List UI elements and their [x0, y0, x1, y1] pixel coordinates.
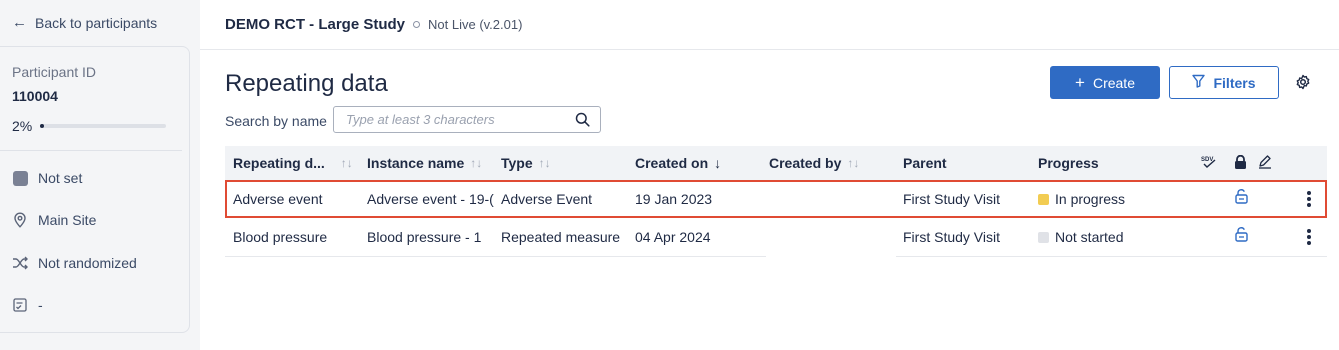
cell-parent: First Study Visit [903, 191, 1000, 207]
column-header-created-by-label: Created by [769, 155, 842, 171]
arrow-left-icon: ← [12, 14, 27, 31]
sort-icon[interactable]: ↑↓ [847, 156, 859, 170]
study-title: DEMO RCT - Large Study [225, 16, 406, 33]
create-button[interactable]: + Create [1050, 66, 1160, 99]
pen-icon [1258, 155, 1272, 169]
plus-icon: + [1075, 73, 1085, 92]
sdv-icon: SDV [1201, 154, 1217, 170]
sort-icon[interactable]: ↑↓ [539, 156, 551, 170]
unlock-icon[interactable] [1235, 227, 1248, 245]
checklist-icon [12, 297, 28, 313]
column-header-type-label: Type [501, 155, 533, 171]
progress-status-square [1038, 193, 1049, 205]
participant-extra-label: - [38, 297, 43, 313]
cell-created-on: 04 Apr 2024 [635, 229, 711, 245]
sort-icon[interactable]: ↑↓ [470, 156, 482, 170]
progress-status-label: In progress [1055, 191, 1126, 207]
sdv-icon-text: SDV [1201, 157, 1213, 163]
progress-status-square [1038, 231, 1049, 243]
table-row[interactable]: Blood pressure Blood pressure - 1 Repeat… [225, 218, 1327, 256]
search-input[interactable] [333, 106, 601, 133]
lock-icon [1234, 155, 1247, 170]
progress-percent: 2% [12, 118, 33, 134]
page-title: Repeating data [225, 70, 388, 97]
cell-repeating: Adverse event [233, 191, 323, 207]
progress-bar-fill [40, 124, 45, 128]
column-header-repeating-label: Repeating d... [233, 155, 325, 171]
participant-site: Main Site [12, 212, 96, 228]
table-header: Repeating d... ↑↓ Instance name ↑↓ Type … [225, 146, 1327, 180]
study-status: Not Live (v.2.01) [428, 17, 523, 32]
cell-type: Repeated measure [501, 229, 621, 245]
participant-card: Participant ID 110004 2% Not set Main Si… [0, 46, 190, 333]
filters-button[interactable]: Filters [1169, 66, 1279, 99]
create-button-label: Create [1092, 74, 1135, 91]
progress-status-label: Not started [1055, 229, 1124, 245]
column-header-instance-label: Instance name [367, 155, 465, 171]
participant-panel: ← Back to participants Participant ID 11… [0, 0, 200, 350]
participant-status: Not set [12, 170, 82, 186]
search-label: Search by name [225, 113, 327, 129]
column-header-repeating[interactable]: Repeating d... ↑↓ [233, 155, 353, 171]
separator-dot [413, 21, 421, 28]
cell-parent: First Study Visit [903, 229, 1000, 245]
column-header-created-on-label: Created on [635, 155, 709, 171]
column-header-instance[interactable]: Instance name ↑↓ [367, 155, 482, 171]
column-header-type[interactable]: Type ↑↓ [501, 155, 551, 171]
cell-repeating: Blood pressure [233, 229, 328, 245]
column-header-created-by[interactable]: Created by ↑↓ [769, 155, 859, 171]
cell-created-on: 19 Jan 2023 [635, 191, 713, 207]
gear-icon[interactable] [1294, 73, 1312, 91]
participant-site-label: Main Site [38, 212, 97, 228]
filters-button-label: Filters [1213, 74, 1256, 91]
cell-instance: Blood pressure - 1 [367, 229, 482, 245]
column-header-progress: Progress [1038, 155, 1099, 171]
participant-progress: 2% [12, 118, 167, 134]
sort-icon[interactable]: ↑↓ [341, 156, 353, 170]
unlock-icon[interactable] [1235, 189, 1248, 207]
kebab-menu-icon[interactable] [1306, 227, 1312, 247]
participant-randomization-label: Not randomized [38, 255, 137, 271]
row-divider [225, 256, 766, 257]
progress-bar [40, 124, 167, 128]
shuffle-icon [12, 255, 28, 271]
funnel-icon [1192, 74, 1206, 91]
progress-status: Not started [1038, 229, 1123, 245]
participant-id-value: 110004 [12, 88, 58, 104]
participant-id-label: Participant ID [12, 64, 97, 80]
column-header-parent: Parent [903, 155, 947, 171]
back-to-participants-link[interactable]: ← Back to participants [12, 14, 157, 31]
cell-type: Adverse Event [501, 191, 593, 207]
progress-status: In progress [1038, 191, 1125, 207]
table-row[interactable]: Adverse event Adverse event - 19-( Adver… [225, 180, 1327, 218]
column-header-parent-label: Parent [903, 155, 947, 171]
kebab-menu-icon[interactable] [1306, 189, 1312, 209]
sort-descending-icon[interactable]: ↓ [714, 155, 721, 171]
column-header-created-on[interactable]: Created on ↓ [635, 155, 721, 171]
location-pin-icon [12, 212, 28, 228]
row-divider [896, 256, 1327, 257]
study-header: DEMO RCT - Large Study Not Live (v.2.01) [225, 16, 522, 33]
participant-extra: - [12, 297, 43, 313]
back-link-label: Back to participants [35, 14, 158, 31]
header-divider [200, 49, 1339, 50]
search-icon[interactable] [575, 112, 591, 128]
participant-randomization: Not randomized [12, 255, 137, 271]
column-header-progress-label: Progress [1038, 155, 1099, 171]
participant-status-label: Not set [38, 170, 83, 186]
cell-instance: Adverse event - 19-( [367, 191, 494, 207]
card-divider [0, 150, 182, 151]
status-square-icon [12, 170, 28, 186]
